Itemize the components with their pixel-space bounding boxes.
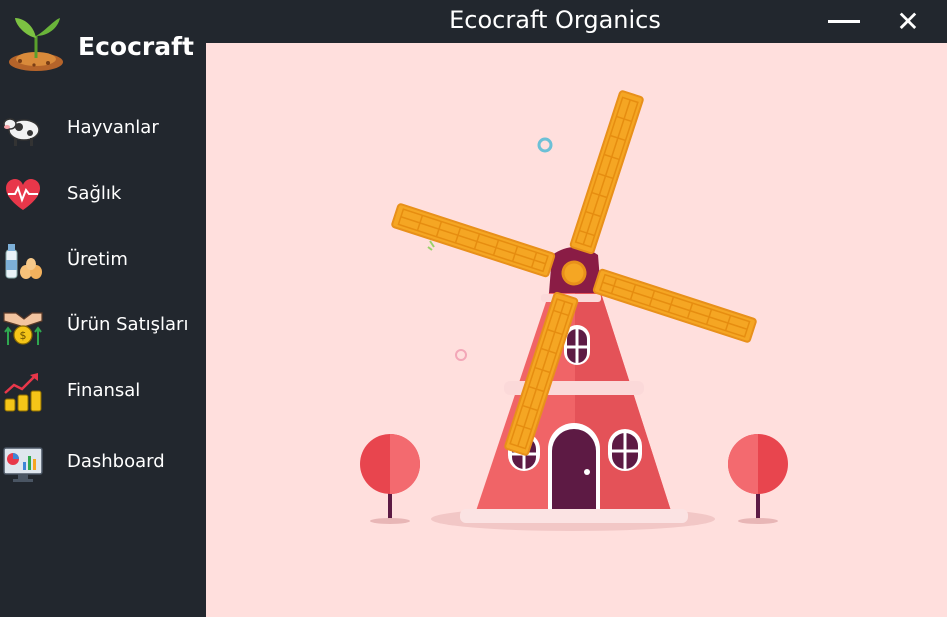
sidebar-item-label: Hayvanlar bbox=[67, 117, 159, 138]
dashboard-monitor-icon bbox=[3, 447, 43, 482]
sidebar-item-label: Finansal bbox=[67, 380, 141, 401]
sidebar-item-label: Üretim bbox=[67, 249, 128, 270]
brand: Ecocraft bbox=[6, 14, 201, 74]
svg-text:$: $ bbox=[20, 329, 27, 342]
sidebar-item-finansal[interactable]: Finansal bbox=[0, 366, 206, 416]
sidebar-item-dashboard[interactable]: Dashboard bbox=[0, 437, 206, 487]
window-title: Ecocraft Organics bbox=[449, 6, 661, 34]
main-content bbox=[206, 43, 947, 617]
sidebar-item-saglik[interactable]: Sağlık bbox=[0, 169, 206, 219]
windmill-illustration bbox=[360, 90, 788, 531]
coins-growth-icon bbox=[4, 373, 42, 412]
close-button[interactable]: ✕ bbox=[886, 4, 930, 38]
heartbeat-icon bbox=[6, 179, 40, 210]
sidebar-item-uretim[interactable]: Üretim bbox=[0, 235, 206, 285]
milk-eggs-icon bbox=[5, 244, 42, 279]
sidebar: Ecocraft Hayvanlar Sağlık Üretim $ Ürün … bbox=[0, 0, 206, 617]
minimize-icon bbox=[828, 19, 860, 23]
sidebar-item-label: Ürün Satışları bbox=[67, 314, 189, 335]
handshake-money-icon: $ bbox=[3, 312, 43, 345]
sidebar-item-urun-satislari[interactable]: $ Ürün Satışları bbox=[0, 300, 206, 350]
sidebar-item-label: Dashboard bbox=[67, 451, 165, 472]
brand-name: Ecocraft bbox=[78, 32, 194, 61]
cow-icon bbox=[3, 118, 40, 146]
close-icon: ✕ bbox=[896, 4, 920, 38]
sprout-logo-icon bbox=[9, 18, 63, 71]
minimize-button[interactable] bbox=[822, 4, 866, 38]
sidebar-item-hayvanlar[interactable]: Hayvanlar bbox=[0, 103, 206, 153]
sidebar-item-label: Sağlık bbox=[67, 183, 122, 204]
